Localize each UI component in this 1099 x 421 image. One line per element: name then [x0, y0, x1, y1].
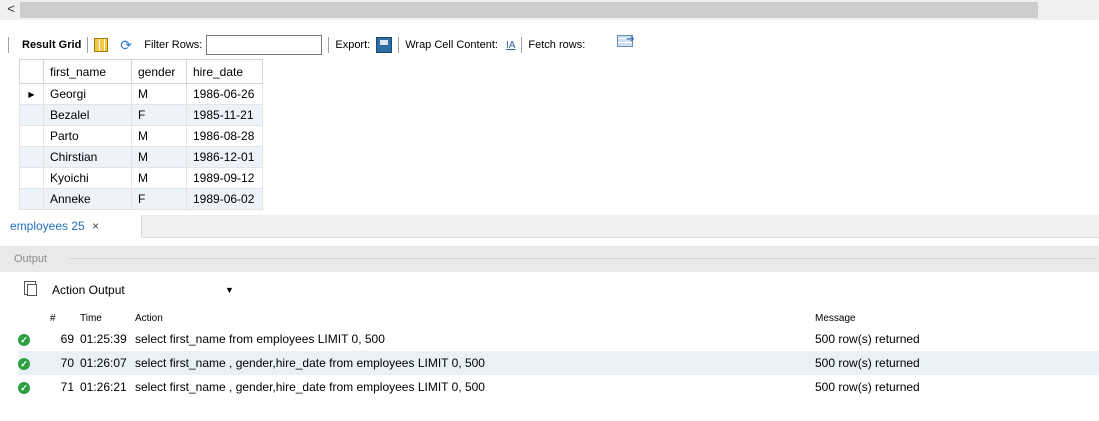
- table-row[interactable]: ▶ Georgi M 1986-06-26: [19, 83, 263, 105]
- cell-gender[interactable]: M: [131, 146, 187, 168]
- output-type-select[interactable]: Action Output ▼: [52, 280, 238, 300]
- output-title: Output: [14, 253, 48, 265]
- cell-first-name[interactable]: Parto: [43, 125, 132, 147]
- cell-gender[interactable]: M: [131, 125, 187, 147]
- table-row[interactable]: ✓ 71 01:26:21 select first_name , gender…: [18, 375, 1099, 399]
- column-header-hire-date[interactable]: hire_date: [186, 59, 263, 84]
- filter-rows-label: Filter Rows:: [144, 39, 203, 51]
- export-label: Export:: [335, 39, 371, 51]
- close-icon[interactable]: ×: [92, 219, 99, 233]
- cell-first-name[interactable]: Georgi: [43, 83, 132, 105]
- row-marker-header: [19, 59, 44, 84]
- action-output-table: # Time Action Message ✓ 69 01:25:39 sele…: [18, 309, 1099, 399]
- cell-number: 71: [60, 380, 74, 394]
- tab-employees-25[interactable]: employees 25 ×: [0, 215, 142, 238]
- row-marker: [19, 167, 44, 189]
- table-row[interactable]: Kyoichi M 1989-09-12: [19, 167, 263, 189]
- success-icon: ✓: [18, 382, 30, 394]
- cell-hire-date[interactable]: 1989-09-12: [186, 167, 263, 189]
- cell-hire-date[interactable]: 1986-12-01: [186, 146, 263, 168]
- cell-hire-date[interactable]: 1986-06-26: [186, 83, 263, 105]
- cell-message: 500 row(s) returned: [815, 380, 920, 394]
- table-row[interactable]: ✓ 69 01:25:39 select first_name from emp…: [18, 327, 1099, 351]
- row-marker: [19, 188, 44, 210]
- grid-header-row: first_name gender hire_date: [19, 59, 263, 84]
- horizontal-scrollbar[interactable]: <: [0, 0, 1099, 20]
- cell-gender[interactable]: M: [131, 167, 187, 189]
- result-tab-bar: employees 25 ×: [0, 215, 1099, 238]
- result-grid-label[interactable]: Result Grid: [22, 39, 81, 51]
- separator: [8, 37, 9, 53]
- success-icon: ✓: [18, 358, 30, 370]
- table-row[interactable]: ✓ 70 01:26:07 select first_name , gender…: [18, 351, 1099, 375]
- cell-gender[interactable]: M: [131, 83, 187, 105]
- column-header-message[interactable]: Message: [815, 309, 1099, 327]
- status-column-header: [18, 309, 50, 327]
- cell-time: 01:26:07: [80, 351, 135, 375]
- cell-number: 70: [50, 351, 80, 375]
- cell-gender[interactable]: F: [131, 104, 187, 126]
- filter-rows-input[interactable]: [206, 35, 323, 55]
- cell-first-name[interactable]: Anneke: [43, 188, 132, 210]
- table-row[interactable]: Chirstian M 1986-12-01: [19, 146, 263, 168]
- copy-icon[interactable]: [24, 281, 37, 296]
- cell-first-name[interactable]: Kyoichi: [43, 167, 132, 189]
- filter-icon[interactable]: ⟳: [120, 38, 138, 52]
- cell-first-name[interactable]: Chirstian: [43, 146, 132, 168]
- cell-time: 01:26:21: [80, 380, 127, 394]
- cell-number: 69: [60, 332, 74, 346]
- status-cell: ✓: [18, 327, 50, 351]
- result-grid: first_name gender hire_date ▶ Georgi M 1…: [19, 59, 263, 210]
- cell-gender[interactable]: F: [131, 188, 187, 210]
- wrap-icon[interactable]: IA: [506, 40, 515, 51]
- separator: [521, 37, 523, 53]
- separator: [328, 37, 330, 53]
- chevron-down-icon[interactable]: ▼: [225, 280, 234, 300]
- scroll-left-arrow[interactable]: <: [4, 1, 18, 17]
- wrap-cell-label: Wrap Cell Content:: [405, 39, 498, 51]
- column-header-number[interactable]: #: [50, 309, 80, 327]
- cell-message: 500 row(s) returned: [815, 351, 1099, 375]
- output-header-row: # Time Action Message: [18, 309, 1099, 327]
- table-row[interactable]: Anneke F 1989-06-02: [19, 188, 263, 210]
- cell-first-name[interactable]: Bezalel: [43, 104, 132, 126]
- tab-label: employees 25: [10, 219, 85, 233]
- column-header-time[interactable]: Time: [80, 309, 135, 327]
- output-toolbar: Action Output ▼: [0, 277, 1099, 303]
- cell-hire-date[interactable]: 1989-06-02: [186, 188, 263, 210]
- column-header-action[interactable]: Action: [135, 309, 815, 327]
- row-marker: [19, 104, 44, 126]
- cell-action: select first_name from employees LIMIT 0…: [135, 332, 385, 346]
- output-panel-header: Output: [0, 246, 1099, 272]
- cell-message: 500 row(s) returned: [815, 332, 920, 346]
- grid-icon[interactable]: [94, 38, 109, 52]
- row-marker: [19, 146, 44, 168]
- fetch-rows-icon[interactable]: [617, 34, 635, 47]
- cell-hire-date[interactable]: 1985-11-21: [186, 104, 263, 126]
- column-header-gender[interactable]: gender: [131, 59, 187, 84]
- cell-hire-date[interactable]: 1986-08-28: [186, 125, 263, 147]
- table-row[interactable]: Bezalel F 1985-11-21: [19, 104, 263, 126]
- separator: [87, 37, 89, 53]
- status-cell: ✓: [18, 351, 50, 375]
- panel-grip[interactable]: [70, 258, 1095, 260]
- success-icon: ✓: [18, 334, 30, 346]
- export-icon[interactable]: [376, 37, 393, 53]
- cell-action: select first_name , gender,hire_date fro…: [135, 380, 485, 394]
- table-row[interactable]: Parto M 1986-08-28: [19, 125, 263, 147]
- cell-time: 01:25:39: [80, 332, 127, 346]
- column-header-first-name[interactable]: first_name: [43, 59, 132, 84]
- row-marker: [19, 125, 44, 147]
- separator: [398, 37, 400, 53]
- status-cell: ✓: [18, 375, 50, 399]
- output-type-value: Action Output: [52, 283, 125, 297]
- current-row-marker-icon: ▶: [19, 83, 44, 105]
- fetch-rows-label: Fetch rows:: [528, 39, 586, 51]
- scrollbar-track[interactable]: [20, 2, 1038, 18]
- cell-action: select first_name , gender,hire_date fro…: [135, 351, 815, 375]
- result-toolbar: Result Grid ⟳ Filter Rows: Export: Wrap …: [0, 33, 1099, 57]
